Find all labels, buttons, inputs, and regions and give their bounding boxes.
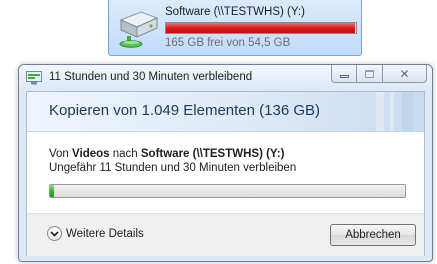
drive-usage-bar bbox=[165, 22, 357, 34]
source-folder: Videos bbox=[72, 148, 110, 160]
more-details-toggle[interactable]: Weitere Details bbox=[47, 226, 144, 241]
screen: Software (\\TESTWHS) (Y:) 165 GB frei vo… bbox=[0, 0, 437, 264]
header-banner: Kopieren von 1.049 Elementen (136 GB) bbox=[27, 92, 424, 132]
drive-free-space: 165 GB frei von 54,5 GB bbox=[165, 37, 291, 49]
maximize-button[interactable] bbox=[357, 65, 383, 83]
window-title: 11 Stunden und 30 Minuten verbleibend bbox=[49, 71, 253, 83]
from-mid: nach bbox=[112, 148, 138, 160]
cancel-button[interactable]: Abbrechen bbox=[330, 224, 416, 246]
drive-usage-fill bbox=[166, 23, 356, 33]
minimize-button[interactable] bbox=[331, 65, 357, 83]
copy-source-target: Von Videos nach Software (\\TESTWHS) (Y:… bbox=[49, 148, 284, 160]
minimize-icon bbox=[339, 75, 349, 78]
dialog-body: Kopieren von 1.049 Elementen (136 GB) Vo… bbox=[26, 91, 425, 256]
copy-progress-icon bbox=[26, 71, 42, 85]
copy-progress-fill bbox=[50, 185, 54, 197]
dialog-footer: Weitere Details Abbrechen bbox=[27, 213, 424, 256]
more-details-label: Weitere Details bbox=[66, 227, 144, 240]
chevron-down-icon bbox=[47, 226, 62, 241]
caption-buttons: ✕ bbox=[331, 65, 427, 83]
banner-decoration bbox=[376, 92, 414, 131]
network-drive-icon bbox=[119, 11, 159, 48]
from-prefix: Von bbox=[49, 148, 69, 160]
time-remaining: Ungefähr 11 Stunden und 30 Minuten verbl… bbox=[49, 162, 297, 174]
drive-name: Software (\\TESTWHS) (Y:) bbox=[165, 6, 305, 18]
close-icon: ✕ bbox=[399, 66, 410, 81]
copy-dialog: 11 Stunden und 30 Minuten verbleibend ✕ bbox=[18, 64, 433, 262]
copy-progress-bar bbox=[49, 184, 406, 198]
target-drive: Software (\\TESTWHS) (Y:) bbox=[140, 148, 285, 160]
maximize-icon bbox=[365, 69, 374, 78]
drive-tile[interactable]: Software (\\TESTWHS) (Y:) 165 GB frei vo… bbox=[108, 0, 362, 56]
title-bar[interactable]: 11 Stunden und 30 Minuten verbleibend ✕ bbox=[19, 65, 432, 91]
close-button[interactable]: ✕ bbox=[383, 65, 427, 83]
copy-heading: Kopieren von 1.049 Elementen (136 GB) bbox=[49, 102, 321, 119]
